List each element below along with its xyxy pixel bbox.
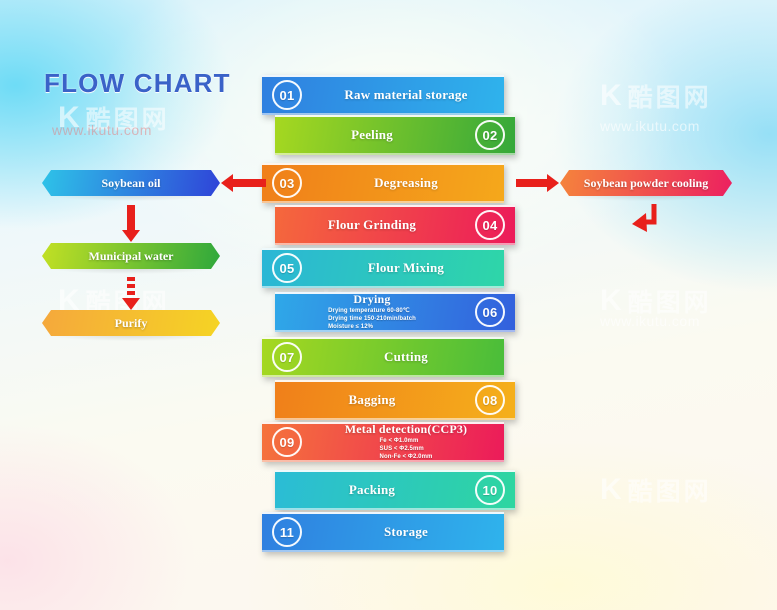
left-branch-item-1[interactable]: Soybean oil <box>42 170 220 196</box>
flow-step-09[interactable]: 09 Metal detection(CCP3) Fe < Φ1.0mm SUS < … <box>262 422 504 462</box>
left-branch-item-wrap: Purify <box>42 310 220 341</box>
step-label: Peeling <box>351 127 393 143</box>
step-label: Cutting <box>383 349 429 365</box>
step-label: Packing <box>348 482 396 498</box>
flow-step-07[interactable]: 07 Cutting <box>262 337 504 377</box>
step-sub-details: Fe < Φ1.0mm SUS < Φ2.5mm Non-Fe < Φ2.0mm <box>380 437 433 461</box>
step-sub-line: Non-Fe < Φ2.0mm <box>379 453 433 460</box>
arrow-municipal-water-to-purify <box>122 277 140 310</box>
flow-step-04[interactable]: Flour Grinding 04 <box>275 205 515 245</box>
arrow-curved-down-right <box>632 204 657 232</box>
step-body: Peeling <box>275 128 469 142</box>
step-label: Metal detection(CCP3) <box>344 422 468 437</box>
step-number-badge: 07 <box>272 342 302 372</box>
left-branch-item-2[interactable]: Municipal water <box>42 243 220 269</box>
step-number-badge: 04 <box>475 210 505 240</box>
left-branch-item-3[interactable]: Purify <box>42 310 220 336</box>
arrow-soybean-oil-to-municipal-water <box>122 205 140 242</box>
right-branch-item-wrap: Soybean powder cooling <box>560 170 732 201</box>
step-label: Raw material storage <box>344 87 468 103</box>
flow-step-02[interactable]: Peeling 02 <box>275 115 515 155</box>
step-sub-line: Drying time 150-210min/batch <box>328 315 416 322</box>
step-number-badge: 11 <box>272 517 302 547</box>
step-body: Storage <box>308 525 504 539</box>
step-sub-line: Moisture ≤ 12% <box>328 323 374 330</box>
step-body: Cutting <box>308 350 504 364</box>
step-label: Storage <box>384 524 428 540</box>
flow-step-03[interactable]: 03 Degreasing <box>262 163 504 203</box>
step-body: Metal detection(CCP3) Fe < Φ1.0mm SUS < Φ2… <box>308 423 504 461</box>
flow-step-10[interactable]: Packing 10 <box>275 470 515 510</box>
step-label: Flour Grinding <box>327 217 417 233</box>
step-label: Flour Mixing <box>367 260 445 276</box>
step-sub-line: SUS < Φ2.5mm <box>379 445 424 452</box>
step-number-badge: 09 <box>272 427 302 457</box>
flow-step-06[interactable]: Drying Drying temperature 60-80℃ Drying ti… <box>275 292 515 332</box>
step-body: Flour Mixing <box>308 261 504 275</box>
step-number-badge: 08 <box>475 385 505 415</box>
left-branch-item-wrap: Soybean oil <box>42 170 220 201</box>
step-sub-details: Drying temperature 60-80℃ Drying time 150… <box>328 307 416 331</box>
flow-step-08[interactable]: Bagging 08 <box>275 380 515 420</box>
step-sub-line: Fe < Φ1.0mm <box>379 437 419 444</box>
step-body: Bagging <box>275 393 469 407</box>
arrow-to-soybean-oil <box>221 174 266 192</box>
step-body: Raw material storage <box>308 88 504 102</box>
flow-step-11[interactable]: 11 Storage <box>262 512 504 552</box>
arrow-to-soybean-powder-cooling <box>516 174 559 192</box>
step-number-badge: 01 <box>272 80 302 110</box>
step-body: Packing <box>275 483 469 497</box>
flow-step-01[interactable]: 01 Raw material storage <box>262 75 504 115</box>
page-title: FLOW CHART <box>44 68 231 98</box>
flow-step-05[interactable]: 05 Flour Mixing <box>262 248 504 288</box>
step-number-badge: 02 <box>475 120 505 150</box>
step-body: Drying Drying temperature 60-80℃ Drying ti… <box>275 293 469 331</box>
step-label: Drying <box>353 292 391 307</box>
step-sub-line: Drying temperature 60-80℃ <box>328 307 410 314</box>
step-label: Degreasing <box>374 175 438 191</box>
step-body: Flour Grinding <box>275 218 469 232</box>
right-branch-item-1[interactable]: Soybean powder cooling <box>560 170 732 196</box>
step-number-badge: 10 <box>475 475 505 505</box>
step-number-badge: 05 <box>272 253 302 283</box>
step-body: Degreasing <box>308 176 504 190</box>
step-label: Bagging <box>348 392 396 408</box>
step-number-badge: 03 <box>272 168 302 198</box>
left-branch-item-wrap: Municipal water <box>42 243 220 274</box>
step-number-badge: 06 <box>475 297 505 327</box>
